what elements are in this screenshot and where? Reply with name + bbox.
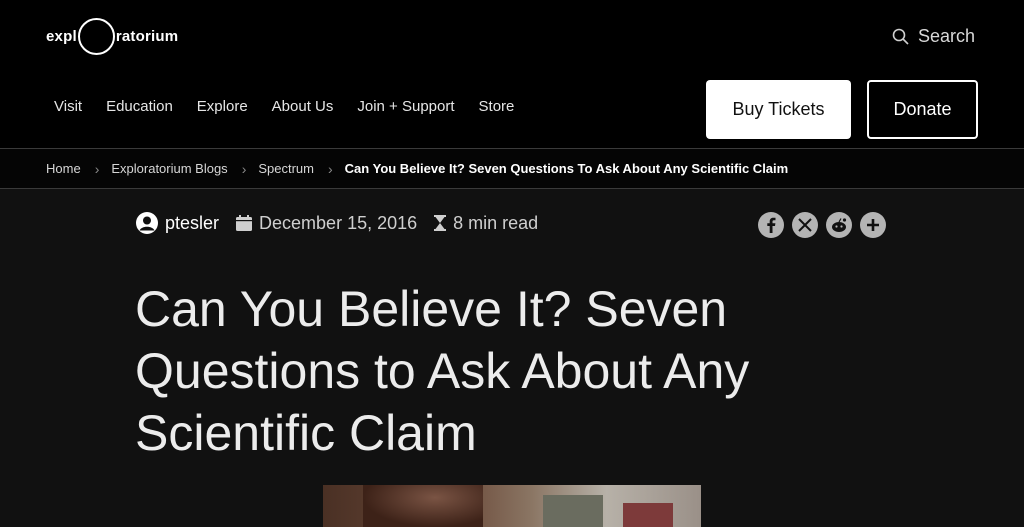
hourglass-icon: [434, 215, 447, 231]
exploratorium-logo[interactable]: expl ratorium: [46, 16, 178, 56]
logo-text-right: ratorium: [115, 27, 179, 45]
chevron-right-icon: ›: [241, 160, 247, 177]
chevron-right-icon: ›: [328, 160, 333, 177]
nav-education[interactable]: Education: [106, 98, 173, 115]
post-date: December 15, 2016: [259, 212, 418, 233]
article-title: Can You Believe It? Seven Questions to A…: [135, 281, 750, 461]
breadcrumb-current: Can You Believe It? Seven Questions To A…: [344, 161, 789, 176]
buy-tickets-button[interactable]: Buy Tickets: [706, 80, 851, 139]
nav-about-us[interactable]: About Us: [272, 98, 334, 115]
chevron-right-icon: ›: [94, 160, 100, 177]
facebook-icon[interactable]: [758, 212, 784, 238]
calendar-icon: [236, 215, 253, 231]
article-meta: ptesler December 15, 2016 8 min read: [135, 209, 554, 237]
share-icons: [758, 212, 886, 238]
search-button[interactable]: Search: [892, 24, 975, 48]
breadcrumb-home[interactable]: Home: [46, 161, 81, 176]
hero-image: [323, 485, 701, 527]
author-meta: ptesler: [135, 211, 219, 235]
reddit-icon[interactable]: [826, 212, 852, 238]
nav-join-support[interactable]: Join + Support: [357, 98, 454, 115]
breadcrumb-blogs[interactable]: Exploratorium Blogs: [111, 161, 227, 176]
nav-store[interactable]: Store: [479, 98, 515, 115]
main-nav: Visit Education Explore About Us Join + …: [54, 98, 514, 115]
donate-button[interactable]: Donate: [867, 80, 978, 139]
article-content: ptesler December 15, 2016 8 min read Can…: [0, 189, 1024, 527]
plus-icon[interactable]: [860, 212, 886, 238]
site-header: expl ratorium Search Visit Education Exp…: [0, 0, 1024, 148]
search-icon: [892, 28, 909, 45]
date-meta: December 15, 2016: [235, 213, 417, 234]
user-icon: [136, 212, 158, 234]
nav-visit[interactable]: Visit: [54, 98, 82, 115]
author-link[interactable]: ptesler: [165, 213, 219, 234]
x-icon[interactable]: [792, 212, 818, 238]
read-time: 8 min read: [453, 212, 539, 233]
search-label: Search: [918, 25, 976, 46]
breadcrumb: Home › Exploratorium Blogs › Spectrum › …: [0, 148, 1024, 189]
logo-text-left: expl: [46, 27, 77, 45]
breadcrumb-spectrum[interactable]: Spectrum: [258, 161, 314, 176]
logo-ring-icon: [77, 17, 115, 55]
read-time-meta: 8 min read: [433, 213, 538, 234]
nav-explore[interactable]: Explore: [197, 98, 248, 115]
